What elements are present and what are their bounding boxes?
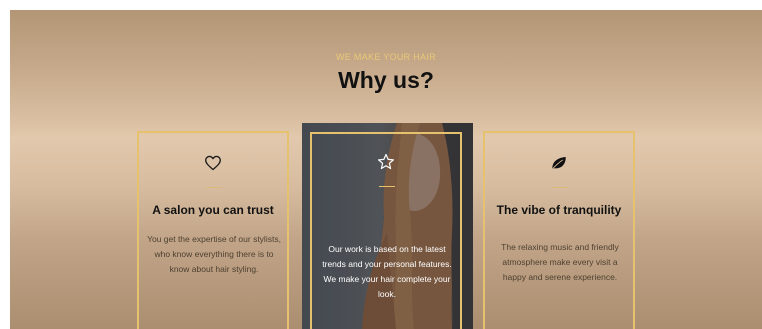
card-description: The relaxing music and friendly atmosphe… <box>501 242 619 282</box>
card-description: Our work is based on the latest trends a… <box>322 244 452 299</box>
star-icon <box>310 153 462 175</box>
card-divider <box>379 186 395 187</box>
leaf-icon <box>485 155 633 176</box>
card-description: You get the expertise of our stylists, w… <box>147 234 281 274</box>
card-divider <box>552 187 568 188</box>
card-title: A salon you can trust <box>152 203 274 217</box>
section-heading: Why us? <box>338 67 434 93</box>
feature-card-trust[interactable]: A salon you can trust You get the expert… <box>137 131 289 329</box>
card-title: The vibe of tranquility <box>496 203 622 217</box>
card-divider <box>206 187 222 188</box>
why-us-section: WE MAKE YOUR HAIR Why us? A salon you ca… <box>10 10 762 329</box>
feature-card-tranquility[interactable]: The vibe of tranquility The relaxing mus… <box>483 131 635 329</box>
heart-icon <box>139 155 287 176</box>
section-eyebrow: WE MAKE YOUR HAIR <box>336 52 436 62</box>
